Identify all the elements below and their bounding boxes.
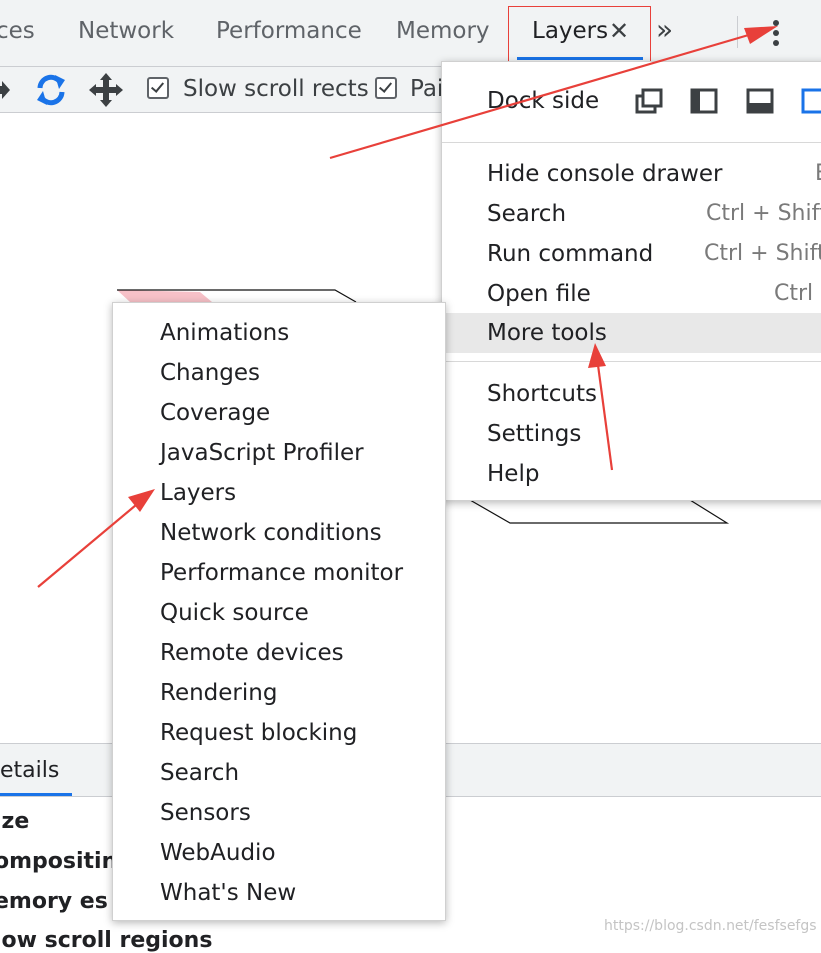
pan-arrow-icon[interactable] (0, 80, 12, 100)
submenu-item-animations[interactable]: Animations (113, 315, 445, 355)
menu-separator (442, 361, 821, 362)
submenu-item-search[interactable]: Search (113, 755, 445, 795)
submenu-item-label: Layers (160, 480, 237, 506)
submenu-item-label: Network conditions (160, 520, 382, 546)
chevron-double-right-icon[interactable]: » (656, 13, 673, 46)
dock-side-row: Dock side (442, 80, 821, 128)
menu-item-label: Hide console drawer (487, 161, 723, 187)
dock-bottom-icon[interactable] (746, 88, 774, 114)
submenu-item-label: Remote devices (160, 640, 344, 666)
submenu-item-javascript-profiler[interactable]: JavaScript Profiler (113, 435, 445, 475)
menu-item-label: Open file (487, 281, 591, 307)
submenu-item-changes[interactable]: Changes (113, 355, 445, 395)
submenu-item-rendering[interactable]: Rendering (113, 675, 445, 715)
menu-item-shortcut: Ctrl - (774, 281, 821, 306)
submenu-item-label: What's New (160, 880, 297, 906)
rotate-icon[interactable] (33, 72, 69, 108)
property-slow-scroll-regions: low scroll regions (0, 928, 213, 953)
submenu-item-label: Sensors (160, 800, 251, 826)
menu-item-run-command[interactable]: Run command Ctrl + Shift - (442, 234, 821, 274)
dock-left-icon[interactable] (690, 88, 718, 114)
menu-item-search[interactable]: Search Ctrl + Shift - (442, 194, 821, 234)
menu-item-shortcut: Ctrl + Shift - (704, 241, 821, 266)
kebab-menu-icon[interactable] (770, 20, 782, 50)
submenu-item-label: Coverage (160, 400, 271, 426)
menu-item-shortcuts[interactable]: Shortcuts (442, 374, 821, 414)
submenu-item-label: Quick source (160, 600, 309, 626)
tab-network[interactable]: Network (78, 18, 174, 44)
slow-scroll-rects-checkbox[interactable] (147, 77, 169, 99)
active-tab-indicator (0, 793, 72, 796)
submenu-item-request-blocking[interactable]: Request blocking (113, 715, 445, 755)
customize-menu: Dock side Hide console drawer E Search C… (441, 61, 821, 501)
move-icon[interactable] (89, 73, 123, 107)
submenu-item-sensors[interactable]: Sensors (113, 795, 445, 835)
submenu-item-webaudio[interactable]: WebAudio (113, 835, 445, 875)
tab-sources[interactable]: ces (0, 18, 35, 44)
submenu-item-layers[interactable]: Layers (113, 475, 445, 515)
annotation-highlight-box (508, 6, 651, 62)
menu-item-label: Run command (487, 241, 654, 267)
tab-details[interactable]: etails (0, 758, 59, 783)
submenu-item-whats-new[interactable]: What's New (113, 875, 445, 915)
tab-memory[interactable]: Memory (396, 18, 490, 44)
property-compositing: ompositin (0, 849, 118, 874)
submenu-item-label: WebAudio (160, 840, 276, 866)
paint-checkbox[interactable] (375, 77, 397, 99)
menu-item-help[interactable]: Help (442, 454, 821, 494)
menu-item-label: Settings (487, 421, 582, 447)
toolbar-divider (737, 16, 738, 48)
panel-tab-bar: ces Network Performance Memory Layers ✕ … (0, 0, 821, 67)
submenu-item-remote-devices[interactable]: Remote devices (113, 635, 445, 675)
submenu-item-label: Rendering (160, 680, 278, 706)
undock-icon[interactable] (635, 88, 663, 114)
menu-separator (442, 142, 821, 143)
submenu-item-network-conditions[interactable]: Network conditions (113, 515, 445, 555)
slow-scroll-rects-label: Slow scroll rects (183, 76, 369, 102)
submenu-item-label: Request blocking (160, 720, 358, 746)
menu-item-more-tools[interactable]: More tools (442, 313, 821, 353)
menu-item-label: More tools (487, 320, 607, 346)
submenu-item-label: Changes (160, 360, 261, 386)
menu-item-label: Help (487, 461, 540, 487)
submenu-item-label: Search (160, 760, 240, 786)
dock-right-icon[interactable] (801, 88, 821, 114)
property-size: ize (0, 809, 30, 834)
menu-item-shortcut: E (815, 161, 821, 186)
menu-item-label: Search (487, 201, 567, 227)
menu-item-hide-console-drawer[interactable]: Hide console drawer E (442, 154, 821, 194)
submenu-item-quick-source[interactable]: Quick source (113, 595, 445, 635)
menu-item-label: Shortcuts (487, 381, 597, 407)
submenu-item-label: Performance monitor (160, 560, 404, 586)
menu-item-settings[interactable]: Settings (442, 414, 821, 454)
more-tools-submenu: Animations Changes Coverage JavaScript P… (112, 302, 446, 921)
submenu-item-label: Animations (160, 320, 290, 346)
paint-label: Pai (410, 76, 444, 102)
dock-side-label: Dock side (487, 88, 600, 114)
submenu-item-coverage[interactable]: Coverage (113, 395, 445, 435)
menu-item-shortcut: Ctrl + Shift - (706, 201, 821, 226)
watermark: https://blog.csdn.net/fesfsefgs (604, 918, 817, 934)
tab-performance[interactable]: Performance (216, 18, 362, 44)
submenu-item-performance-monitor[interactable]: Performance monitor (113, 555, 445, 595)
menu-item-open-file[interactable]: Open file Ctrl - (442, 274, 821, 314)
submenu-item-label: JavaScript Profiler (160, 440, 364, 466)
property-memory-estimate: emory es (0, 889, 108, 914)
